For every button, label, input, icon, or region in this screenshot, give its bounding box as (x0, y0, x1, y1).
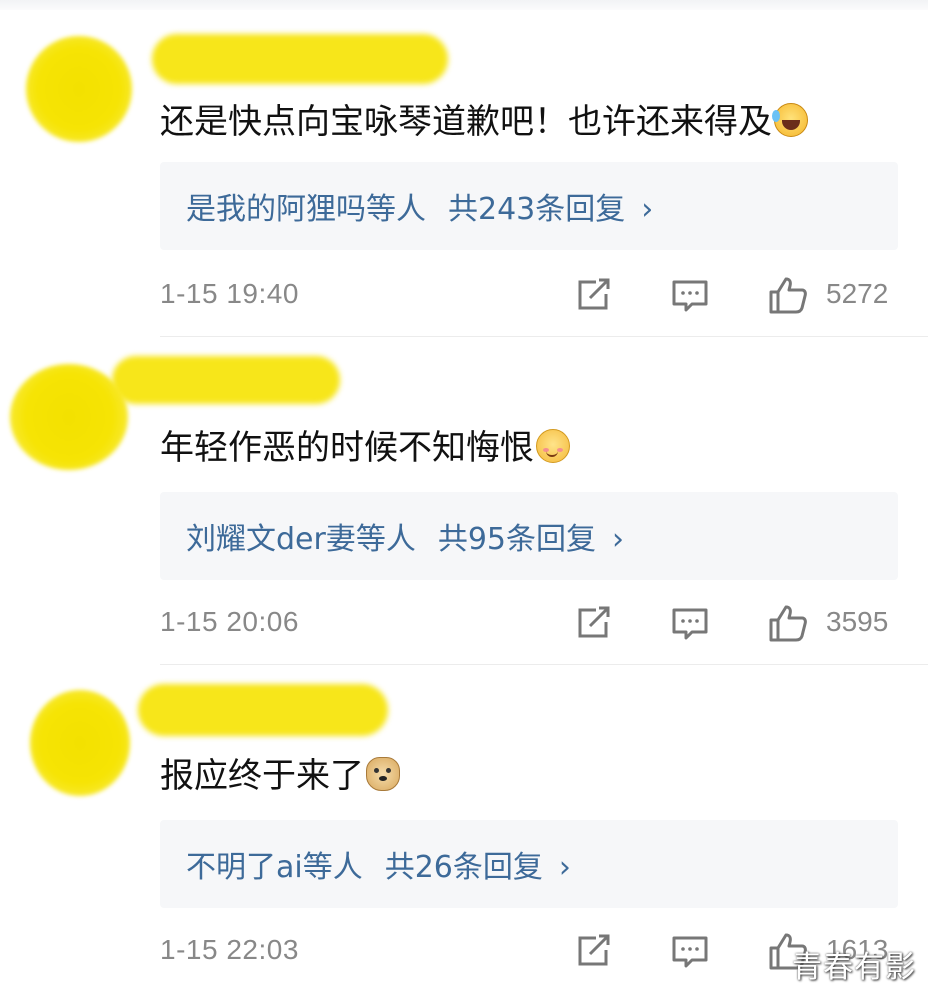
divider (160, 664, 928, 665)
doge-emoji-icon (366, 757, 400, 791)
comment-meta: 1-15 22:03 1613 (0, 926, 928, 976)
replies-preview[interactable]: 刘耀文der妻等人 共95条回复 › (160, 492, 898, 580)
reply-count: 共243条回复 (448, 192, 626, 227)
comment-icon[interactable] (670, 276, 710, 314)
reply-count: 共26条回复 (384, 850, 543, 885)
comment-icon[interactable] (670, 932, 710, 970)
timestamp: 1-15 22:03 (160, 934, 299, 965)
like-count: 5272 (826, 278, 889, 309)
like-count: 3595 (826, 606, 889, 637)
replies-link[interactable]: 不明了ai等人 共26条回复 › (186, 842, 571, 886)
chevron-right-icon: › (641, 192, 654, 227)
comment-body: 报应终于来了 (160, 756, 364, 796)
smiling-blush-emoji-icon (536, 429, 570, 463)
share-icon[interactable] (574, 604, 614, 642)
comment-meta: 1-15 20:06 3595 (0, 598, 928, 648)
timestamp: 1-15 20:06 (160, 606, 299, 637)
comment-text: 报应终于来了 (160, 756, 400, 796)
chevron-right-icon: › (558, 850, 571, 885)
comment-meta: 1-15 19:40 5272 (0, 270, 928, 320)
comment-text: 年轻作恶的时候不知悔恨 (160, 428, 570, 468)
previous-item-edge (0, 0, 928, 10)
comment-icon[interactable] (670, 604, 710, 642)
avatar[interactable] (26, 36, 132, 142)
reply-count: 共95条回复 (437, 522, 597, 557)
reply-names: 刘耀文der妻等人 (186, 522, 416, 557)
username-redacted[interactable] (112, 356, 340, 404)
avatar[interactable] (10, 364, 128, 470)
chevron-right-icon: › (612, 522, 625, 557)
comment-body: 年轻作恶的时候不知悔恨 (160, 428, 534, 468)
like-icon[interactable] (768, 604, 808, 642)
divider (160, 336, 928, 337)
username-redacted[interactable] (138, 684, 388, 736)
replies-preview[interactable]: 是我的阿狸吗等人 共243条回复 › (160, 162, 898, 250)
laughing-crying-emoji-icon (772, 103, 808, 137)
replies-link[interactable]: 是我的阿狸吗等人 共243条回复 › (186, 184, 653, 228)
timestamp: 1-15 19:40 (160, 278, 299, 309)
comment-body: 还是快点向宝咏琴道歉吧！也许还来得及 (160, 102, 772, 142)
reply-names: 不明了ai等人 (186, 850, 363, 885)
reply-names: 是我的阿狸吗等人 (186, 192, 426, 227)
replies-link[interactable]: 刘耀文der妻等人 共95条回复 › (186, 514, 624, 558)
share-icon[interactable] (574, 932, 614, 970)
replies-preview[interactable]: 不明了ai等人 共26条回复 › (160, 820, 898, 908)
watermark: 青春有影 (792, 950, 916, 985)
comment-text: 还是快点向宝咏琴道歉吧！也许还来得及 (160, 102, 808, 142)
share-icon[interactable] (574, 276, 614, 314)
like-icon[interactable] (768, 276, 808, 314)
avatar[interactable] (30, 690, 130, 796)
username-redacted[interactable] (152, 34, 448, 84)
